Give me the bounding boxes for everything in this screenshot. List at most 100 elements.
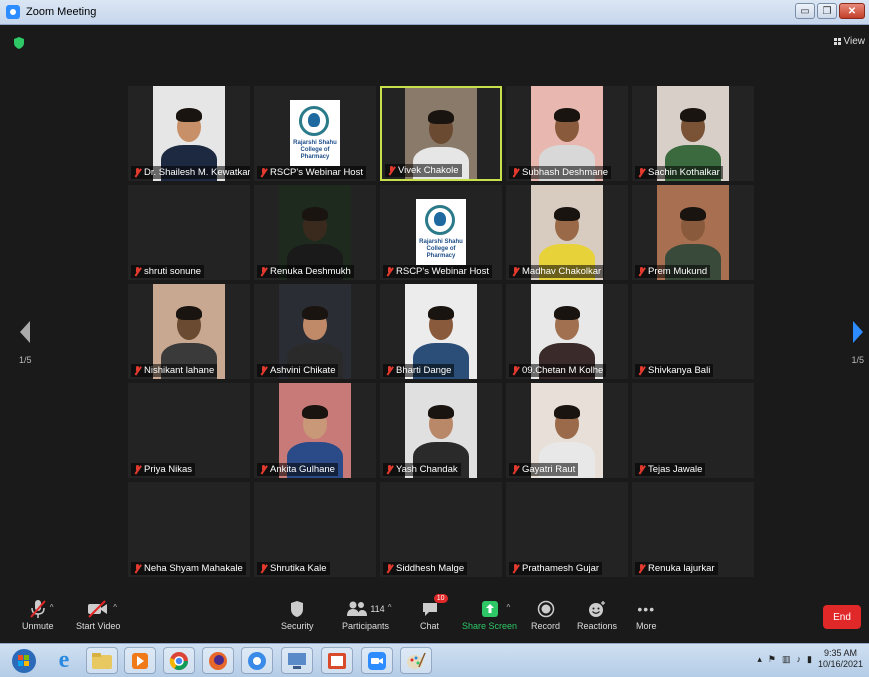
participant-tile[interactable]: Ashvini Chikate: [254, 284, 376, 379]
participant-name-tag: Ashvini Chikate: [257, 364, 339, 377]
microphone-muted-icon: [29, 600, 46, 618]
maximize-button[interactable]: ❐: [817, 3, 837, 19]
muted-mic-icon: [512, 563, 519, 574]
participant-name: Nishikant lahane: [144, 365, 215, 376]
participant-name: Subhash Deshmane: [522, 167, 609, 178]
muted-mic-icon: [386, 464, 393, 475]
participant-name: Gayatri Raut: [522, 464, 576, 475]
participant-tile[interactable]: Rajarshi Shahu College of Pharmacy RSCP's…: [380, 185, 502, 280]
participant-tile[interactable]: Tejas Jawale: [632, 383, 754, 478]
participant-tile[interactable]: Priya Nikas: [128, 383, 250, 478]
participant-name-tag: Subhash Deshmane: [509, 166, 612, 179]
muted-mic-icon: [260, 365, 267, 376]
network-icon[interactable]: ▥: [782, 654, 791, 665]
show-hidden-icons-icon[interactable]: ▴: [757, 654, 762, 665]
end-meeting-button[interactable]: End: [823, 605, 861, 629]
participants-button[interactable]: 114 ^ Participants: [342, 597, 392, 631]
window-title-bar: Zoom Meeting ▭ ❐ ✕: [0, 0, 869, 25]
taskbar-clock[interactable]: 9:35 AM 10/16/2021: [818, 648, 863, 670]
participant-tile[interactable]: Neha Shyam Mahakale: [128, 482, 250, 577]
participant-name: RSCP's Webinar Host: [270, 167, 363, 178]
unmute-button[interactable]: ^ Unmute: [22, 597, 54, 631]
participant-tile[interactable]: Renuka lajurkar: [632, 482, 754, 577]
participant-name-tag: Neha Shyam Mahakale: [131, 562, 246, 575]
presentation-app-icon[interactable]: [321, 647, 353, 674]
close-window-button[interactable]: ✕: [839, 3, 865, 19]
battery-icon[interactable]: ▮: [807, 654, 812, 665]
participant-tile[interactable]: Subhash Deshmane: [506, 86, 628, 181]
participant-name-tag: Ankita Gulhane: [257, 463, 338, 476]
muted-mic-icon: [638, 365, 645, 376]
encryption-shield-icon[interactable]: [14, 37, 24, 49]
participant-name-tag: Gayatri Raut: [509, 463, 579, 476]
participant-tile[interactable]: Prem Mukund: [632, 185, 754, 280]
chat-button[interactable]: 10 Chat: [420, 594, 448, 631]
audio-options-caret-icon[interactable]: ^: [50, 603, 54, 612]
participant-tile[interactable]: Renuka Deshmukh: [254, 185, 376, 280]
participant-tile[interactable]: Shrutika Kale: [254, 482, 376, 577]
participant-tile[interactable]: Ankita Gulhane: [254, 383, 376, 478]
participant-name-tag: RSCP's Webinar Host: [257, 166, 366, 179]
gallery-grid: Dr. Shailesh M. Kewatkar Rajarshi Shahu C…: [128, 86, 756, 580]
clock-date: 10/16/2021: [817, 659, 863, 669]
page-indicator-left: 1/5: [19, 355, 32, 365]
reactions-label: Reactions: [577, 621, 618, 631]
participant-tile[interactable]: Nishikant lahane: [128, 284, 250, 379]
internet-explorer-icon[interactable]: e: [48, 647, 80, 674]
participant-name: Renuka lajurkar: [648, 563, 715, 574]
more-button[interactable]: ••• More: [636, 597, 657, 631]
volume-icon[interactable]: ♪: [797, 654, 802, 664]
previous-page-arrow-icon[interactable]: [20, 321, 30, 343]
video-options-caret-icon[interactable]: ^: [113, 603, 117, 612]
participant-name-tag: Prathamesh Gujar: [509, 562, 603, 575]
participant-tile[interactable]: Rajarshi Shahu College of Pharmacy RSCP's…: [254, 86, 376, 181]
participant-tile[interactable]: Siddhesh Malge: [380, 482, 502, 577]
chrome-icon[interactable]: [163, 647, 195, 674]
file-explorer-icon[interactable]: [86, 647, 118, 674]
system-tray: ▴ ⚑ ▥ ♪ ▮ 9:35 AM 10/16/2021: [757, 648, 863, 670]
security-button[interactable]: Security: [281, 597, 314, 631]
window-controls: ▭ ❐ ✕: [795, 3, 865, 19]
muted-mic-icon: [386, 266, 393, 277]
participant-tile[interactable]: Bharti Dange: [380, 284, 502, 379]
muted-mic-icon: [134, 266, 141, 277]
participant-tile[interactable]: 09.Chetan M Kolhe: [506, 284, 628, 379]
participants-caret-icon[interactable]: ^: [388, 603, 392, 612]
muted-mic-icon: [512, 464, 519, 475]
participant-name: shruti sonune: [144, 266, 202, 277]
participant-tile[interactable]: Vivek Chakole: [380, 86, 502, 181]
record-label: Record: [531, 621, 561, 631]
participant-name-tag: Siddhesh Malge: [383, 562, 468, 575]
network-app-icon[interactable]: [281, 647, 313, 674]
muted-mic-icon: [386, 563, 393, 574]
next-page-arrow-icon[interactable]: [853, 321, 863, 343]
browser-icon[interactable]: [241, 647, 273, 674]
participant-tile[interactable]: Sachin Kothalkar: [632, 86, 754, 181]
muted-mic-icon: [260, 464, 267, 475]
paint-app-icon[interactable]: [400, 647, 432, 674]
share-screen-caret-icon[interactable]: ^: [507, 603, 511, 612]
action-center-flag-icon[interactable]: ⚑: [768, 654, 776, 665]
participant-tile[interactable]: shruti sonune: [128, 185, 250, 280]
participant-tile[interactable]: Gayatri Raut: [506, 383, 628, 478]
firefox-icon[interactable]: [202, 647, 234, 674]
reactions-button[interactable]: Reactions: [577, 597, 617, 631]
participant-tile[interactable]: Madhav Chakolkar: [506, 185, 628, 280]
muted-mic-icon: [388, 165, 395, 176]
muted-mic-icon: [512, 365, 519, 376]
participant-tile[interactable]: Prathamesh Gujar: [506, 482, 628, 577]
record-button[interactable]: Record: [531, 597, 560, 631]
participant-tile[interactable]: Dr. Shailesh M. Kewatkar: [128, 86, 250, 181]
start-video-button[interactable]: ^ Start Video: [76, 597, 120, 631]
zoom-taskbar-icon[interactable]: [361, 647, 393, 674]
minimize-button[interactable]: ▭: [795, 3, 815, 19]
start-orb-icon[interactable]: [8, 647, 40, 674]
participant-name: Prem Mukund: [648, 266, 708, 277]
share-screen-button[interactable]: ^ Share Screen: [462, 597, 517, 631]
participant-tile[interactable]: Yash Chandak: [380, 383, 502, 478]
chat-label: Chat: [420, 621, 440, 631]
view-button[interactable]: View: [833, 36, 865, 47]
participant-tile[interactable]: Shivkanya Bali: [632, 284, 754, 379]
zoom-app-icon: [6, 5, 20, 19]
media-player-icon[interactable]: [124, 647, 156, 674]
